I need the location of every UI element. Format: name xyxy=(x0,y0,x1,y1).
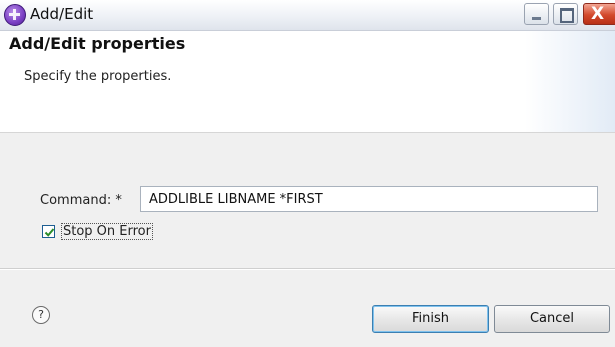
app-icon xyxy=(4,4,26,26)
finish-button-label: Finish xyxy=(411,311,449,326)
footer-separator xyxy=(0,268,615,270)
minimize-button[interactable] xyxy=(524,3,549,25)
page-title: Add/Edit properties xyxy=(9,34,186,53)
stop-on-error-checkbox[interactable] xyxy=(42,225,55,238)
finish-button[interactable]: Finish xyxy=(372,305,489,333)
close-icon: X xyxy=(591,4,605,24)
stop-on-error-label[interactable]: Stop On Error xyxy=(61,223,153,240)
cancel-button-label: Cancel xyxy=(529,311,575,326)
title-bar[interactable]: Add/Edit X xyxy=(0,0,615,31)
help-icon[interactable]: ? xyxy=(32,306,50,324)
close-button[interactable]: X xyxy=(583,3,615,25)
header-banner xyxy=(525,31,615,132)
cancel-button[interactable]: Cancel xyxy=(494,305,610,333)
maximize-icon xyxy=(560,8,574,23)
dialog-window: Add/Edit X Add/Edit properties Specify t… xyxy=(0,0,615,347)
command-label: Command: * xyxy=(40,193,122,208)
checkmark-icon xyxy=(44,228,55,237)
page-description: Specify the properties. xyxy=(24,69,172,84)
window-title: Add/Edit xyxy=(30,5,94,23)
maximize-button[interactable] xyxy=(553,3,578,25)
minimize-icon xyxy=(532,17,541,20)
command-input[interactable] xyxy=(140,186,598,212)
